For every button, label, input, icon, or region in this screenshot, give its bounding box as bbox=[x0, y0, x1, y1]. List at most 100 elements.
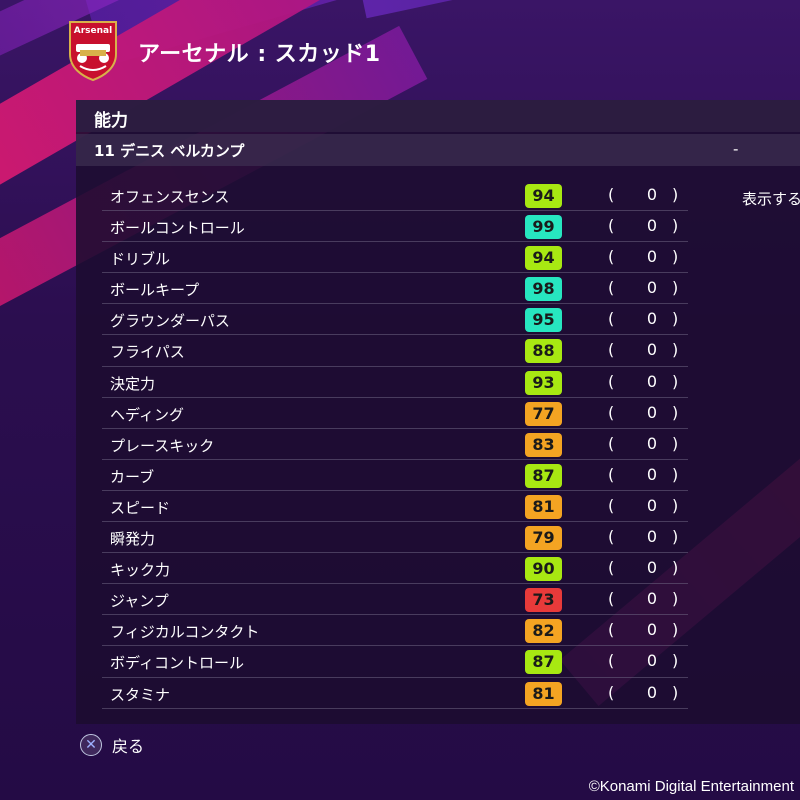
stat-row[interactable]: プレースキック 83 (0) bbox=[102, 429, 688, 460]
bonus-close-paren: ) bbox=[672, 216, 679, 236]
stat-row[interactable]: グラウンダーパス 95 (0) bbox=[102, 304, 688, 336]
page-title: アーセナル : スカッド1 bbox=[138, 42, 381, 67]
stat-row[interactable]: フィジカルコンタクト 82 (0) bbox=[102, 615, 688, 647]
bonus-close-paren: ) bbox=[672, 682, 679, 702]
bonus-close-paren: ) bbox=[672, 340, 679, 360]
stat-label: グラウンダーパス bbox=[110, 312, 230, 331]
stat-bonus-value: 0 bbox=[646, 495, 658, 515]
stat-row[interactable]: カーブ 87 (0) bbox=[102, 460, 688, 491]
stat-bonus-value: 0 bbox=[646, 371, 658, 391]
bonus-close-paren: ) bbox=[672, 558, 679, 578]
stat-row[interactable]: スタミナ 81 (0) bbox=[102, 678, 688, 709]
stat-row[interactable]: キック力 90 (0) bbox=[102, 553, 688, 585]
stat-value-badge: 99 bbox=[525, 215, 562, 240]
stat-row[interactable]: フライパス 88 (0) bbox=[102, 335, 688, 367]
bonus-close-paren: ) bbox=[672, 527, 679, 547]
stat-row[interactable]: スピード 81 (0) bbox=[102, 491, 688, 523]
stat-bonus-value: 0 bbox=[646, 340, 658, 360]
stat-label: オフェンスセンス bbox=[110, 188, 230, 206]
stat-value-badge: 94 bbox=[525, 246, 562, 271]
stat-value-badge: 87 bbox=[525, 650, 562, 675]
stat-bonus-value: 0 bbox=[646, 216, 658, 236]
ability-panel: 能力 11 デニス ベルカンプ - 表示する オフェンスセンス 94 (0) ボールコ… bbox=[76, 100, 800, 724]
bonus-close-paren: ) bbox=[672, 495, 679, 515]
stat-value-badge: 81 bbox=[525, 494, 562, 519]
bonus-close-paren: ) bbox=[672, 464, 679, 484]
stat-label: ボールコントロール bbox=[110, 219, 245, 238]
stat-row[interactable]: 瞬発力 79 (0) bbox=[102, 522, 688, 554]
player-value: - bbox=[733, 140, 739, 158]
stat-label: 瞬発力 bbox=[110, 530, 156, 549]
stat-value-badge: 93 bbox=[525, 370, 562, 395]
bonus-close-paren: ) bbox=[672, 185, 679, 204]
player-name: 11 デニス ベルカンプ bbox=[94, 142, 245, 160]
stat-label: プレースキック bbox=[110, 436, 215, 455]
bonus-close-paren: ) bbox=[672, 433, 679, 453]
stat-label: スピード bbox=[110, 498, 171, 517]
stat-bonus-value: 0 bbox=[646, 464, 658, 484]
display-option-label[interactable]: 表示する bbox=[742, 188, 800, 209]
bonus-open-paren: ( bbox=[608, 464, 615, 484]
stat-bonus-value: 0 bbox=[646, 402, 658, 422]
stat-bonus-value: 0 bbox=[646, 185, 658, 204]
player-bar: 11 デニス ベルカンプ - bbox=[76, 134, 800, 166]
stat-label: キック力 bbox=[110, 561, 171, 580]
bonus-open-paren: ( bbox=[608, 495, 615, 515]
bonus-open-paren: ( bbox=[608, 589, 615, 609]
bonus-close-paren: ) bbox=[672, 651, 679, 671]
stat-bonus-value: 0 bbox=[646, 433, 658, 453]
bonus-close-paren: ) bbox=[672, 620, 679, 640]
stat-value-badge: 81 bbox=[525, 681, 562, 706]
stat-value-badge: 94 bbox=[525, 184, 562, 208]
stat-value-badge: 90 bbox=[525, 557, 562, 582]
bonus-open-paren: ( bbox=[608, 651, 615, 671]
stat-row[interactable]: 決定力 93 (0) bbox=[102, 367, 688, 398]
team-crest-icon: Arsenal bbox=[66, 20, 120, 82]
stat-value-badge: 95 bbox=[525, 308, 562, 333]
stat-bonus-value: 0 bbox=[646, 278, 658, 298]
crest-text: Arsenal bbox=[73, 26, 113, 36]
stat-label: カーブ bbox=[110, 467, 155, 486]
stat-label: ボールキープ bbox=[110, 281, 200, 300]
stats-list: オフェンスセンス 94 (0) ボールコントロール 99 (0) ドリブル 94 (0) ボールキ… bbox=[102, 180, 688, 709]
stat-value-badge: 77 bbox=[525, 401, 562, 426]
stat-row[interactable]: ドリブル 94 (0) bbox=[102, 242, 688, 274]
stat-row[interactable]: ヘディング 77 (0) bbox=[102, 398, 688, 429]
stat-label: フィジカルコンタクト bbox=[110, 623, 260, 642]
stat-label: ドリブル bbox=[110, 250, 171, 269]
stat-value-badge: 88 bbox=[525, 339, 562, 364]
stat-value-badge: 87 bbox=[525, 463, 562, 488]
stat-value-badge: 83 bbox=[525, 432, 562, 457]
stat-row[interactable]: ボールコントロール 99 (0) bbox=[102, 211, 688, 243]
panel-title: 能力 bbox=[94, 111, 128, 131]
stat-value-badge: 79 bbox=[525, 526, 562, 551]
bonus-open-paren: ( bbox=[608, 185, 615, 204]
bonus-close-paren: ) bbox=[672, 247, 679, 267]
bonus-close-paren: ) bbox=[672, 371, 679, 391]
stat-row[interactable]: ボディコントロール 87 (0) bbox=[102, 646, 688, 678]
bonus-open-paren: ( bbox=[608, 433, 615, 453]
bonus-close-paren: ) bbox=[672, 402, 679, 422]
bonus-open-paren: ( bbox=[608, 402, 615, 422]
stat-bonus-value: 0 bbox=[646, 682, 658, 702]
panel-header: 能力 bbox=[76, 100, 800, 132]
bonus-open-paren: ( bbox=[608, 309, 615, 329]
back-button[interactable]: ✕ 戻る bbox=[80, 733, 144, 757]
stat-value-badge: 98 bbox=[525, 277, 562, 302]
stat-bonus-value: 0 bbox=[646, 247, 658, 267]
stat-bonus-value: 0 bbox=[646, 309, 658, 329]
stat-row[interactable]: ボールキープ 98 (0) bbox=[102, 273, 688, 305]
stat-bonus-value: 0 bbox=[646, 589, 658, 609]
bonus-open-paren: ( bbox=[608, 371, 615, 391]
stat-label: ヘディング bbox=[110, 405, 184, 424]
bonus-open-paren: ( bbox=[608, 558, 615, 578]
bonus-open-paren: ( bbox=[608, 682, 615, 702]
stat-bonus-value: 0 bbox=[646, 527, 658, 547]
stat-row[interactable]: オフェンスセンス 94 (0) bbox=[102, 180, 688, 212]
bonus-open-paren: ( bbox=[608, 278, 615, 298]
cross-button-icon: ✕ bbox=[80, 734, 102, 756]
stat-row[interactable]: ジャンプ 73 (0) bbox=[102, 584, 688, 616]
bonus-open-paren: ( bbox=[608, 527, 615, 547]
back-label: 戻る bbox=[112, 737, 145, 756]
stat-bonus-value: 0 bbox=[646, 620, 658, 640]
